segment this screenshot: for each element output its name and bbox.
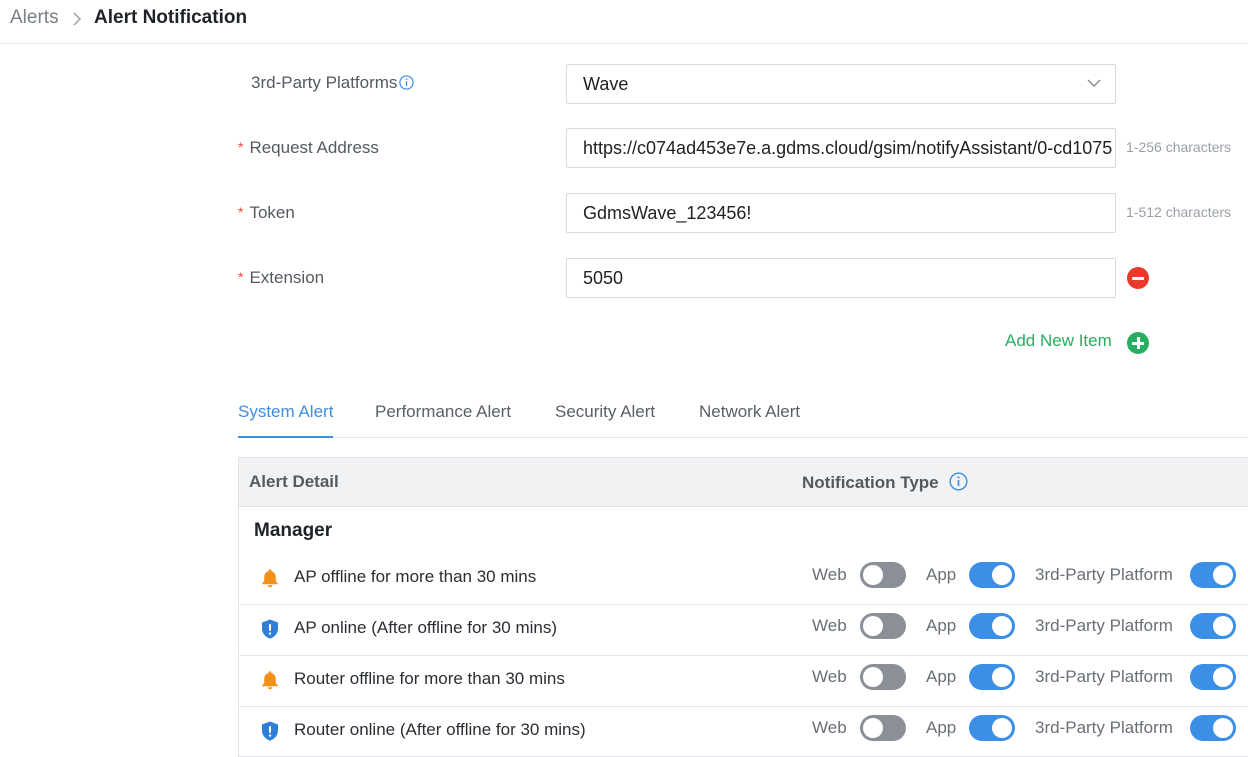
- token-hint: 1-512 characters: [1126, 204, 1232, 220]
- third-party-label: 3rd-Party Platform: [1035, 718, 1173, 737]
- breadcrumb: Alerts Alert Notification: [0, 0, 1248, 44]
- platform-select-value: Wave: [583, 74, 629, 94]
- shield-icon: [259, 720, 281, 742]
- required-mark: *: [238, 269, 244, 285]
- third-party-toggle[interactable]: [1190, 664, 1236, 690]
- group-title-manager: Manager: [254, 520, 333, 541]
- app-toggle[interactable]: [969, 613, 1015, 639]
- shield-icon: [259, 618, 281, 640]
- table-header: Alert Detail Notification Type: [239, 458, 1248, 507]
- tab-performance-alert[interactable]: Performance Alert: [375, 402, 511, 438]
- third-party-toggle[interactable]: [1190, 613, 1236, 639]
- toggle-knob: [1213, 616, 1233, 636]
- toggle-knob: [863, 565, 883, 585]
- chevron-right-icon: [73, 12, 82, 26]
- table-row: AP online (After offline for 30 mins) Web…: [239, 605, 1248, 656]
- toggle-knob: [992, 565, 1012, 585]
- app-toggle[interactable]: [969, 562, 1015, 588]
- alert-detail-header: Alert Detail: [249, 472, 339, 491]
- table-row: Router offline for more than 30 mins Web A…: [239, 656, 1248, 707]
- add-icon[interactable]: [1127, 332, 1149, 354]
- bell-icon: [259, 567, 281, 589]
- add-new-item-link[interactable]: Add New Item: [1005, 331, 1112, 351]
- info-icon[interactable]: [949, 472, 968, 491]
- web-label: Web: [812, 616, 847, 635]
- token-label: * Token: [238, 203, 295, 222]
- app-toggle[interactable]: [969, 664, 1015, 690]
- toggle-knob: [863, 667, 883, 687]
- third-party-label: 3rd-Party Platform: [1035, 616, 1173, 635]
- web-toggle[interactable]: [860, 562, 906, 588]
- third-party-toggle[interactable]: [1190, 562, 1236, 588]
- request-address-input[interactable]: https://c074ad453e7e.a.gdms.cloud/gsim/n…: [566, 128, 1116, 168]
- web-toggle[interactable]: [860, 715, 906, 741]
- platform-select[interactable]: Wave: [566, 64, 1116, 104]
- third-party-label: 3rd-Party Platform: [1035, 667, 1173, 686]
- alert-detail-text: Router online (After offline for 30 mins…: [294, 720, 586, 739]
- info-icon[interactable]: [399, 75, 415, 90]
- toggle-knob: [992, 718, 1012, 738]
- third-party-label: 3rd-Party Platform: [1035, 565, 1173, 584]
- tab-security-alert[interactable]: Security Alert: [555, 402, 655, 438]
- token-input[interactable]: GdmsWave_123456!: [566, 193, 1116, 233]
- toggle-knob: [1213, 565, 1233, 585]
- web-toggle[interactable]: [860, 613, 906, 639]
- alert-detail-text: Router offline for more than 30 mins: [294, 669, 565, 688]
- remove-item-button[interactable]: [1127, 267, 1149, 289]
- third-party-toggle[interactable]: [1190, 715, 1236, 741]
- alert-detail-text: AP online (After offline for 30 mins): [294, 618, 558, 637]
- app-label: App: [926, 718, 957, 737]
- table-row: AP offline for more than 30 mins Web App 3r…: [239, 554, 1248, 605]
- toggle-knob: [992, 616, 1012, 636]
- alert-tabs: System Alert Performance Alert Security …: [238, 394, 1248, 438]
- page-title: Alert Notification: [94, 7, 248, 28]
- chevron-down-icon: [1087, 79, 1101, 87]
- web-label: Web: [812, 667, 847, 686]
- web-label: Web: [812, 565, 847, 584]
- app-toggle[interactable]: [969, 715, 1015, 741]
- app-label: App: [926, 565, 957, 584]
- app-label: App: [926, 667, 957, 686]
- toggle-knob: [863, 616, 883, 636]
- toggle-knob: [1213, 718, 1233, 738]
- alert-detail-text: AP offline for more than 30 mins: [294, 567, 537, 586]
- extension-label: * Extension: [238, 268, 325, 287]
- required-mark: *: [238, 139, 244, 155]
- platform-label: 3rd-Party Platforms: [251, 73, 415, 93]
- toggle-knob: [1213, 667, 1233, 687]
- extension-input[interactable]: 5050: [566, 258, 1116, 298]
- web-label: Web: [812, 718, 847, 737]
- bell-icon: [259, 669, 281, 691]
- breadcrumb-alerts-link[interactable]: Alerts: [10, 7, 59, 29]
- toggle-knob: [992, 667, 1012, 687]
- app-label: App: [926, 616, 957, 635]
- tab-system-alert[interactable]: System Alert: [238, 402, 334, 438]
- tab-network-alert[interactable]: Network Alert: [699, 402, 800, 438]
- request-address-label: * Request Address: [238, 138, 379, 157]
- notification-type-header: Notification Type: [802, 472, 968, 493]
- toggle-knob: [863, 718, 883, 738]
- request-address-hint: 1-256 characters: [1126, 139, 1232, 155]
- alert-table: Alert Detail Notification Type Manager A…: [238, 457, 1248, 757]
- required-mark: *: [238, 204, 244, 220]
- table-row: Router online (After offline for 30 mins…: [239, 707, 1248, 757]
- web-toggle[interactable]: [860, 664, 906, 690]
